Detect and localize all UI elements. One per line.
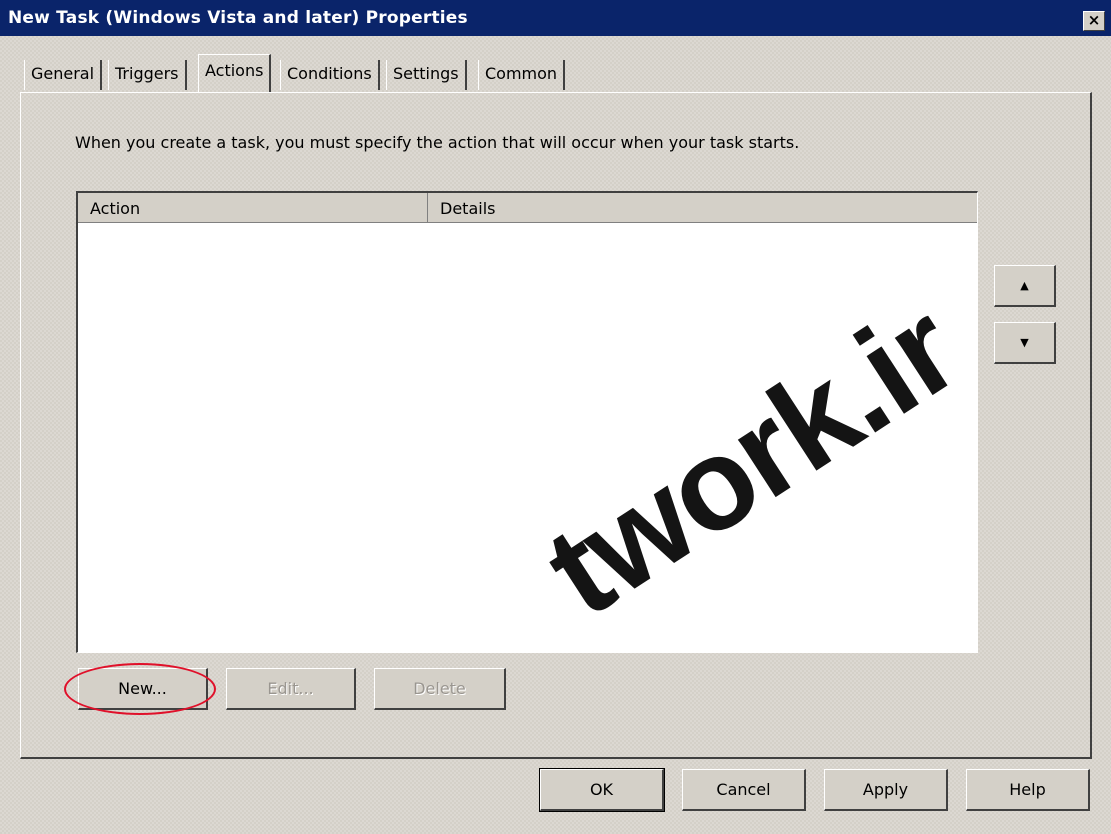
actions-list-header: Action Details bbox=[78, 193, 977, 223]
edit-action-button[interactable]: Edit... bbox=[226, 668, 356, 710]
tab-settings[interactable]: Settings bbox=[386, 60, 467, 90]
help-button[interactable]: Help bbox=[966, 769, 1090, 811]
tab-general[interactable]: General bbox=[24, 60, 103, 90]
tab-actions[interactable]: Actions bbox=[198, 54, 272, 92]
new-button-highlight bbox=[64, 663, 216, 715]
move-up-button[interactable]: ▲ bbox=[994, 265, 1056, 307]
title-bar[interactable]: New Task (Windows Vista and later) Prope… bbox=[0, 0, 1111, 36]
actions-intro-text: When you create a task, you must specify… bbox=[75, 133, 800, 152]
properties-dialog: New Task (Windows Vista and later) Prope… bbox=[0, 0, 1111, 834]
tab-common[interactable]: Common bbox=[478, 60, 566, 90]
triangle-down-icon: ▼ bbox=[1020, 336, 1029, 349]
delete-action-button[interactable]: Delete bbox=[374, 668, 506, 710]
edit-button-label: Edit... bbox=[267, 679, 314, 698]
actions-list[interactable]: Action Details bbox=[76, 191, 978, 653]
close-button[interactable]: × bbox=[1083, 11, 1105, 31]
close-icon: × bbox=[1087, 11, 1101, 29]
window-title: New Task (Windows Vista and later) Prope… bbox=[8, 8, 468, 28]
move-down-button[interactable]: ▼ bbox=[994, 322, 1056, 364]
help-button-label: Help bbox=[1009, 780, 1046, 799]
delete-button-label: Delete bbox=[413, 679, 466, 698]
apply-button[interactable]: Apply bbox=[824, 769, 948, 811]
column-header-action[interactable]: Action bbox=[78, 193, 428, 222]
ok-button-label: OK bbox=[589, 780, 614, 799]
cancel-button[interactable]: Cancel bbox=[682, 769, 806, 811]
tab-triggers[interactable]: Triggers bbox=[108, 60, 187, 90]
column-header-details[interactable]: Details bbox=[428, 193, 976, 222]
triangle-up-icon: ▲ bbox=[1020, 279, 1029, 292]
ok-button[interactable]: OK bbox=[539, 768, 665, 812]
cancel-button-label: Cancel bbox=[716, 780, 771, 799]
tab-conditions[interactable]: Conditions bbox=[280, 60, 380, 90]
apply-button-label: Apply bbox=[862, 780, 909, 799]
